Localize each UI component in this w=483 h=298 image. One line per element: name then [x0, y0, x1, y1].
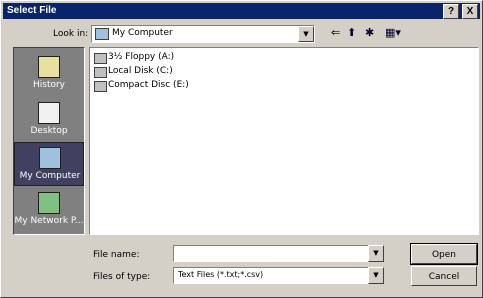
- chevron-down-icon[interactable]: ▼: [368, 245, 384, 262]
- places-bar: History Desktop My Computer My Network P…: [13, 47, 85, 235]
- desktop-icon: [38, 102, 60, 124]
- view-menu-button[interactable]: ▦▾: [385, 27, 401, 39]
- dialog-title: Select File: [7, 5, 57, 16]
- place-history[interactable]: History: [14, 52, 84, 96]
- select-file-dialog: Select File ? X Look in: My Computer ▼ ⇐…: [0, 0, 483, 298]
- look-in-combo[interactable]: My Computer ▼: [91, 25, 315, 43]
- floppy-icon: [94, 53, 107, 64]
- file-name: Compact Disc (E:): [108, 80, 189, 90]
- new-folder-button[interactable]: ✱: [365, 27, 374, 39]
- place-my-computer[interactable]: My Computer: [14, 142, 84, 186]
- place-network[interactable]: My Network P...: [14, 188, 84, 232]
- file-name: 3½ Floppy (A:): [108, 52, 175, 62]
- file-name-label: File name:: [93, 250, 140, 260]
- place-label: Desktop: [30, 126, 68, 136]
- file-type-value: Text Files (*.txt;*.csv): [178, 270, 264, 279]
- file-type-combo[interactable]: Text Files (*.txt;*.csv): [173, 267, 383, 284]
- place-label: My Computer: [19, 171, 81, 181]
- chevron-down-icon[interactable]: ▼: [368, 267, 384, 284]
- history-icon: [38, 56, 60, 78]
- back-button[interactable]: ⇐: [331, 27, 340, 39]
- cd-drive-icon: [94, 81, 107, 92]
- title-bar: Select File ? X: [3, 3, 480, 19]
- open-button[interactable]: Open: [410, 243, 478, 265]
- close-button[interactable]: X: [462, 4, 478, 19]
- place-desktop[interactable]: Desktop: [14, 98, 84, 142]
- cancel-button[interactable]: Cancel: [411, 266, 477, 286]
- file-name: Local Disk (C:): [108, 66, 173, 76]
- my-computer-icon: [95, 28, 109, 40]
- file-list[interactable]: 3½ Floppy (A:) Local Disk (C:) Compact D…: [89, 47, 479, 235]
- place-label: History: [32, 80, 66, 90]
- look-in-value: My Computer: [112, 28, 173, 38]
- file-name-input[interactable]: [173, 245, 383, 262]
- place-label: My Network P...: [14, 216, 84, 226]
- look-in-label: Look in:: [53, 29, 89, 39]
- up-folder-button[interactable]: ⬆: [347, 27, 356, 39]
- help-button[interactable]: ?: [443, 4, 459, 19]
- hard-disk-icon: [94, 67, 107, 78]
- network-places-icon: [38, 192, 60, 214]
- my-computer-icon: [39, 147, 61, 169]
- file-type-label: Files of type:: [93, 272, 151, 282]
- chevron-down-icon[interactable]: ▼: [298, 26, 314, 42]
